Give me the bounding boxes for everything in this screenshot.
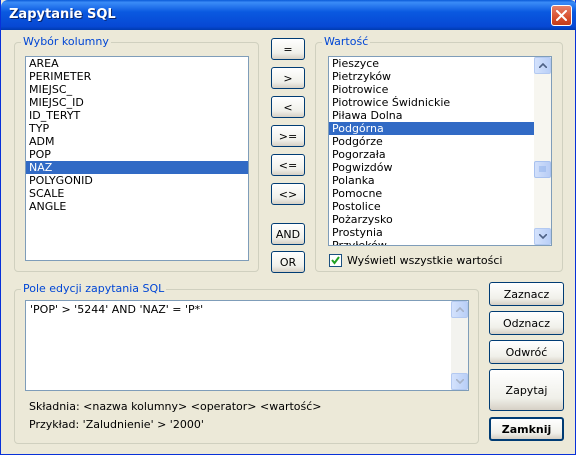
values-list[interactable]: Pieszyce Pietrzyków Piotrowice Piotrowice Ś…: [328, 56, 552, 246]
not-equal-operator-button[interactable]: <>: [271, 183, 305, 205]
values-legend: Wartość: [322, 35, 371, 49]
value-list-item[interactable]: Piotrowice Świdnickie: [329, 96, 534, 109]
chevron-up-icon: [538, 63, 547, 68]
column-list-item[interactable]: MIEJSC_ID: [26, 96, 248, 109]
invert-button[interactable]: Odwróć: [489, 340, 564, 364]
value-list-item[interactable]: Piława Dolna: [329, 109, 534, 122]
sql-query-dialog: Zapytanie SQL Wybór kolumny AREA PERIMETE…: [0, 0, 576, 455]
close-button[interactable]: Zamknij: [489, 417, 564, 441]
less-than-operator-button[interactable]: <: [271, 96, 305, 118]
column-list[interactable]: AREA PERIMETER MIEJSC_ MIEJSC_ID ID_TERYT TYP…: [25, 56, 249, 261]
query-button[interactable]: Zapytaj: [489, 369, 564, 411]
title-bar: Zapytanie SQL: [1, 0, 576, 30]
column-list-item[interactable]: AREA: [26, 57, 248, 70]
column-list-item[interactable]: NAZ: [26, 161, 248, 174]
value-list-item[interactable]: Pogwizdów: [329, 161, 534, 174]
column-list-item[interactable]: ADM: [26, 135, 248, 148]
column-selection-legend: Wybór kolumny: [21, 35, 111, 49]
sql-query-text: 'POP' > '5244' AND 'NAZ' = 'P*': [30, 303, 204, 316]
sql-edit-legend: Pole edycji zapytania SQL: [21, 282, 167, 296]
column-list-item[interactable]: ID_TERYT: [26, 109, 248, 122]
value-list-item[interactable]: Pietrzyków: [329, 70, 534, 83]
scroll-thumb[interactable]: [534, 161, 551, 178]
column-list-item[interactable]: POP: [26, 148, 248, 161]
column-list-item[interactable]: TYP: [26, 122, 248, 135]
greater-or-equal-operator-button[interactable]: >=: [271, 125, 305, 147]
and-button[interactable]: AND: [271, 223, 305, 245]
column-list-item[interactable]: MIEJSC_: [26, 83, 248, 96]
deselect-button[interactable]: Odznacz: [489, 311, 564, 335]
value-list-item[interactable]: Pomocne: [329, 187, 534, 200]
value-list-item[interactable]: Pieszyce: [329, 57, 534, 70]
or-button[interactable]: OR: [271, 251, 305, 273]
close-window-button[interactable]: [551, 5, 572, 26]
value-list-item[interactable]: Polanka: [329, 174, 534, 187]
greater-than-operator-button[interactable]: >: [271, 67, 305, 89]
values-scrollbar[interactable]: [534, 57, 551, 245]
value-list-item[interactable]: Piotrowice: [329, 83, 534, 96]
window-title: Zapytanie SQL: [9, 7, 116, 22]
value-list-item[interactable]: Pożarzysko: [329, 213, 534, 226]
query-scroll-up-button[interactable]: [451, 301, 468, 318]
grip-icon: [539, 166, 546, 172]
syntax-hint: Składnia: <nazwa kolumny> <operator> <wa…: [29, 400, 322, 413]
column-list-item[interactable]: SCALE: [26, 187, 248, 200]
example-hint: Przykład: 'Zaludnienie' > '2000': [29, 418, 204, 431]
less-or-equal-operator-button[interactable]: <=: [271, 154, 305, 176]
query-scrollbar[interactable]: [451, 301, 468, 390]
scroll-down-button[interactable]: [534, 228, 551, 245]
show-all-values-label[interactable]: Wyświetl wszystkie wartości: [347, 254, 503, 267]
close-icon: [556, 10, 567, 21]
sql-query-field[interactable]: 'POP' > '5244' AND 'NAZ' = 'P*': [25, 300, 469, 391]
value-list-item[interactable]: Podgórna: [329, 122, 534, 135]
equals-operator-button[interactable]: =: [271, 38, 305, 60]
chevron-down-icon: [538, 234, 547, 239]
column-list-item[interactable]: PERIMETER: [26, 70, 248, 83]
show-all-values-checkbox[interactable]: [329, 254, 342, 267]
value-list-item[interactable]: Przyłęków: [329, 239, 534, 245]
value-list-item[interactable]: Postolice: [329, 200, 534, 213]
value-list-item[interactable]: Podgórze: [329, 135, 534, 148]
checkmark-icon: [331, 256, 340, 265]
value-list-item[interactable]: Pogorzała: [329, 148, 534, 161]
select-button[interactable]: Zaznacz: [489, 282, 564, 306]
query-scroll-down-button[interactable]: [451, 373, 468, 390]
scroll-up-button[interactable]: [534, 57, 551, 74]
chevron-down-icon: [455, 379, 464, 384]
column-list-item[interactable]: POLYGONID: [26, 174, 248, 187]
column-list-item[interactable]: ANGLE: [26, 200, 248, 213]
chevron-up-icon: [455, 307, 464, 312]
value-list-item[interactable]: Prostynia: [329, 226, 534, 239]
